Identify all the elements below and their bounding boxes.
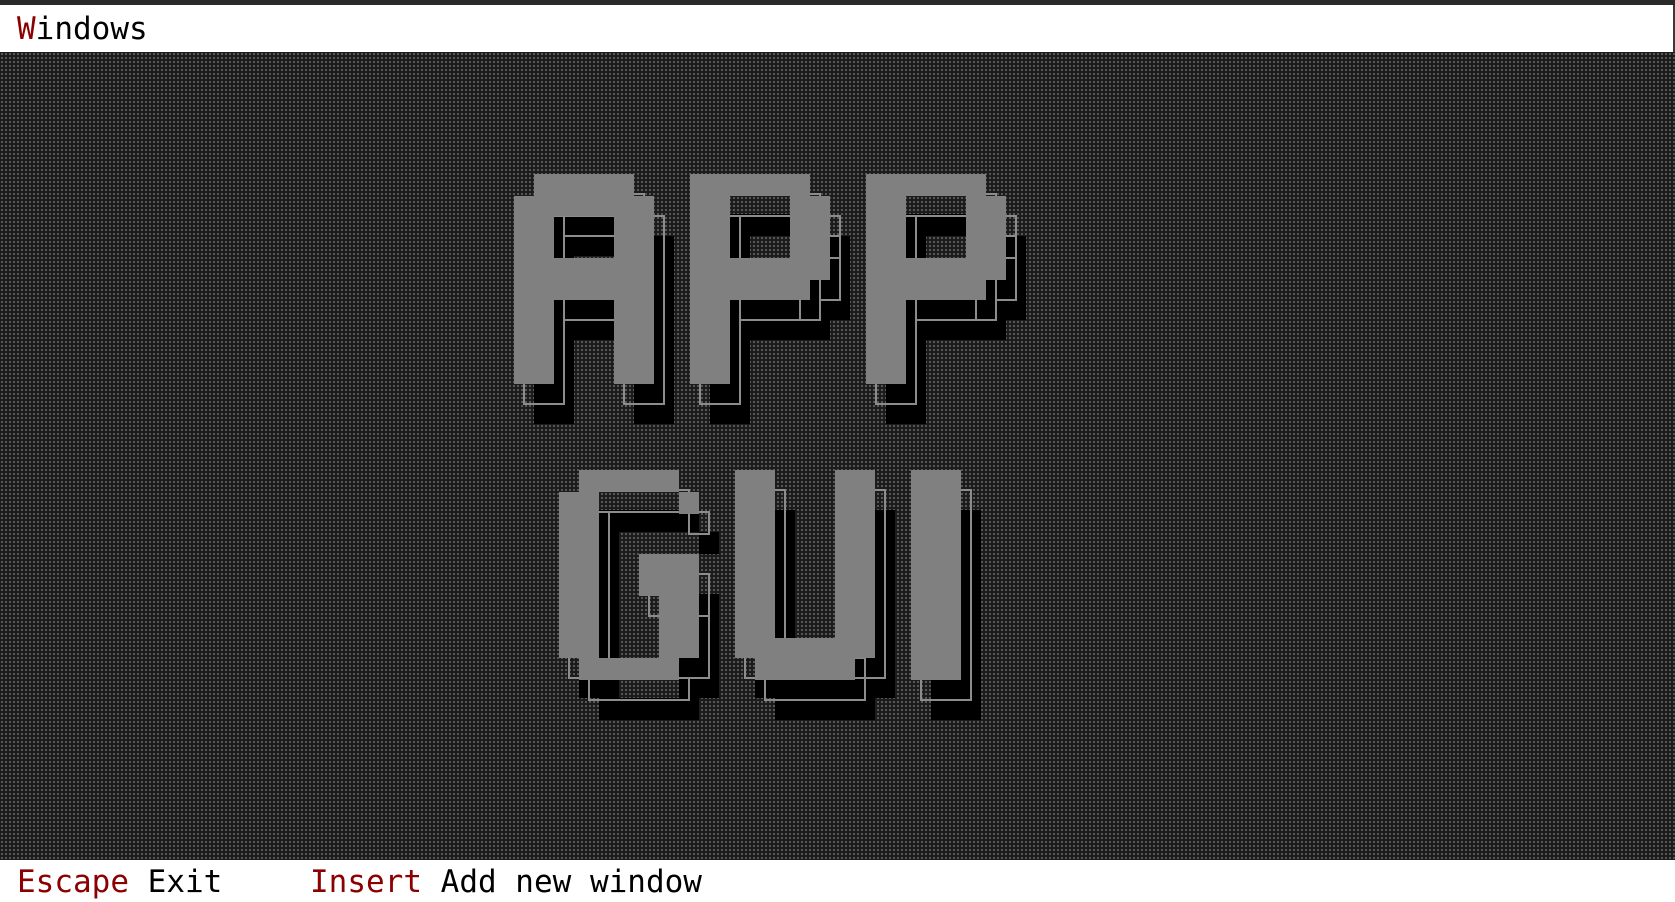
logo-letter-p <box>690 174 850 424</box>
logo-letter-g <box>559 470 719 720</box>
app-gui-logo <box>514 174 1026 720</box>
menu-windows[interactable]: Windows <box>17 9 148 49</box>
menu-windows-hotkey: W <box>17 11 36 47</box>
logo-letter-i <box>911 470 981 720</box>
status-insert[interactable]: Insert Add new window <box>310 862 702 902</box>
desktop-background <box>0 52 1675 860</box>
menu-bar: Windows <box>0 5 1675 52</box>
status-escape-key: Escape <box>17 864 129 900</box>
status-escape[interactable]: Escape Exit <box>17 862 222 902</box>
status-insert-key: Insert <box>310 864 422 900</box>
logo-letter-u <box>735 470 895 720</box>
status-insert-label: Add new window <box>440 864 702 900</box>
status-bar: Escape Exit Insert Add new window <box>0 860 1675 900</box>
logo-letter-a <box>514 174 674 424</box>
menu-windows-label: indows <box>35 11 148 47</box>
status-escape-label: Exit <box>147 864 223 900</box>
logo-letter-p <box>866 174 1026 424</box>
